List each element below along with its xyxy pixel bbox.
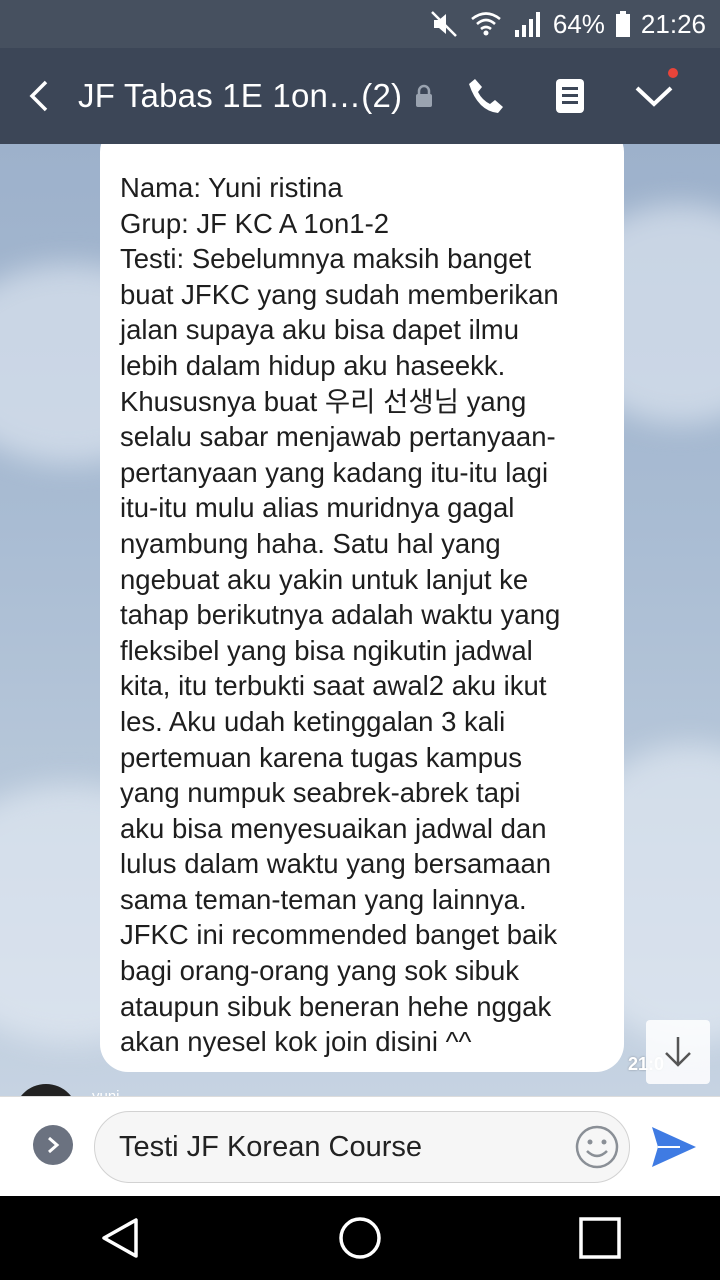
send-button[interactable]: [648, 1121, 700, 1173]
phone-icon: [469, 79, 503, 113]
recents-square-icon: [579, 1217, 621, 1259]
lock-icon: [414, 84, 444, 108]
smiley-icon: [575, 1125, 619, 1169]
notification-dot: [668, 68, 678, 78]
menu-dropdown-button[interactable]: [612, 48, 696, 144]
home-circle-icon: [339, 1217, 381, 1259]
notes-button[interactable]: [528, 48, 612, 144]
wifi-icon: [469, 10, 503, 38]
chevron-right-icon: [48, 1136, 60, 1154]
chat-title[interactable]: JF Tabas 1E 1on…(2): [78, 77, 414, 115]
chat-area[interactable]: Nama: Yuni ristina Grup: JF KC A 1on1-2 …: [0, 144, 720, 1096]
sender-name: yuni: [92, 1088, 120, 1096]
back-triangle-icon: [102, 1218, 138, 1258]
chat-header: JF Tabas 1E 1on…(2): [0, 48, 720, 144]
nav-recents-button[interactable]: [540, 1196, 660, 1280]
send-icon: [652, 1127, 696, 1167]
status-bar: 64% 21:26: [0, 0, 720, 48]
message-input[interactable]: Testi JF Korean Course: [94, 1111, 630, 1183]
message-input-value: Testi JF Korean Course: [119, 1130, 423, 1163]
emoji-button[interactable]: [565, 1124, 629, 1170]
back-button[interactable]: [0, 48, 78, 144]
signal-icon: [513, 10, 543, 38]
mute-icon: [429, 9, 459, 39]
clock: 21:26: [640, 8, 706, 39]
expand-menu-button[interactable]: [33, 1125, 73, 1165]
system-nav-bar: [0, 1196, 720, 1280]
battery-icon: [615, 10, 631, 38]
chevron-down-icon: [635, 86, 673, 107]
scroll-to-bottom-button[interactable]: [646, 1020, 710, 1084]
message-input-bar: Testi JF Korean Course: [0, 1096, 720, 1196]
message-text: Nama: Yuni ristina Grup: JF KC A 1on1-2 …: [120, 172, 561, 1058]
avatar[interactable]: [14, 1084, 78, 1096]
battery-percent: 64%: [552, 8, 605, 39]
back-icon: [29, 80, 48, 112]
arrow-down-icon: [665, 1037, 691, 1067]
call-button[interactable]: [444, 48, 528, 144]
nav-back-button[interactable]: [60, 1196, 180, 1280]
nav-home-button[interactable]: [300, 1196, 420, 1280]
message-bubble[interactable]: Nama: Yuni ristina Grup: JF KC A 1on1-2 …: [100, 144, 624, 1072]
notes-icon: [556, 79, 584, 113]
